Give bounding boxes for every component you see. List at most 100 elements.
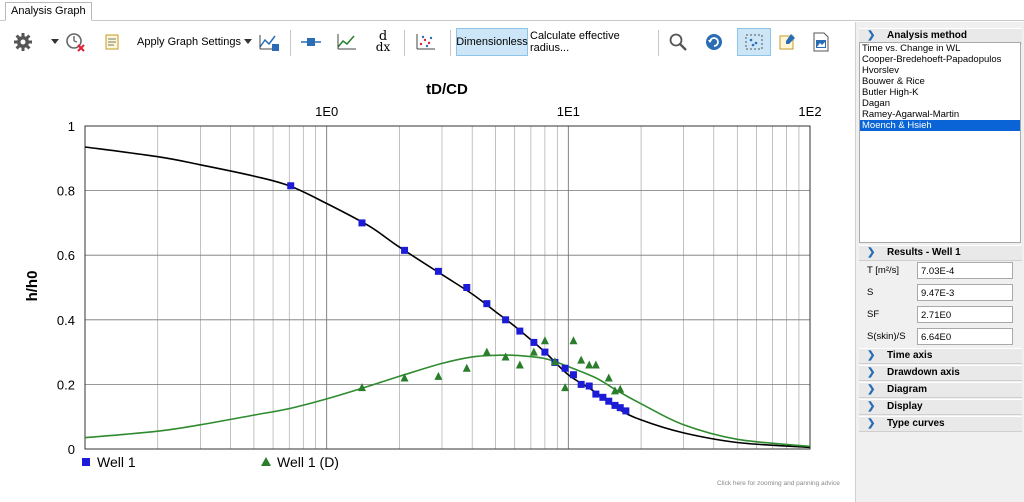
- method-item[interactable]: Dagan: [860, 98, 1020, 109]
- well1-point: [569, 371, 577, 379]
- method-item[interactable]: Butler High-K: [860, 87, 1020, 98]
- section-title: Type curves: [887, 418, 945, 429]
- dimensionless-button[interactable]: Dimensionless: [456, 28, 528, 56]
- chart-axes: 1E0 1E1 1E2 0 0.2 0.4 0.6 0.8 1: [57, 104, 822, 457]
- note-edit-icon[interactable]: [774, 28, 800, 56]
- section-header-drawdown-axis[interactable]: ❯ Drawdown axis: [859, 365, 1022, 381]
- results-title: Results - Well 1: [887, 247, 961, 258]
- method-item[interactable]: Cooper-Bredehoeft-Papadopulos: [860, 54, 1020, 65]
- tab-analysis-graph[interactable]: Analysis Graph: [5, 2, 92, 21]
- well1-d-point: [482, 347, 491, 356]
- toolbar-separator: [404, 30, 405, 56]
- result-row: T [m²/s] 7.03E-4: [859, 262, 1019, 281]
- result-row: S(skin)/S 6.64E0: [859, 328, 1019, 347]
- y-axis-label: h/h0: [24, 271, 41, 302]
- legend-marker-well1-d: [261, 457, 271, 466]
- section-title: Drawdown axis: [887, 367, 960, 378]
- derivative-type-curve: [84, 354, 811, 448]
- chevron-down-icon: ❯: [867, 247, 876, 258]
- result-value-field[interactable]: 6.64E0: [917, 328, 1013, 345]
- chevron-down-icon: ❯: [867, 30, 876, 41]
- chevron-right-icon: ❯: [867, 367, 876, 378]
- well1-d-point: [434, 371, 443, 380]
- plot-frame: [84, 125, 811, 450]
- well1-point: [622, 407, 630, 415]
- well1-point: [463, 284, 471, 291]
- y-tick-label: 0.4: [57, 313, 75, 328]
- scatter-dots-icon[interactable]: [412, 28, 440, 56]
- result-label: T [m²/s]: [867, 265, 900, 276]
- marker-line-icon[interactable]: [298, 28, 324, 56]
- gear-icon[interactable]: [10, 28, 36, 56]
- well1-d-point: [577, 355, 586, 364]
- line-chart-icon[interactable]: [334, 28, 360, 56]
- well1-point: [530, 338, 538, 346]
- toolbar-separator: [290, 30, 291, 56]
- section-title: Display: [887, 401, 923, 412]
- result-label: S: [867, 287, 874, 298]
- section-title: Diagram: [887, 384, 928, 395]
- toolbar-separator: [450, 30, 451, 56]
- refresh-icon[interactable]: [700, 28, 728, 56]
- chart-grid: [84, 125, 810, 450]
- section-header-display[interactable]: ❯ Display: [859, 399, 1022, 415]
- legend-label: Well 1 (D): [277, 454, 339, 470]
- method-item[interactable]: Ramey-Agarwal-Martin: [860, 109, 1020, 120]
- section-header-diagram[interactable]: ❯ Diagram: [859, 382, 1022, 398]
- zoom-icon[interactable]: [664, 28, 692, 56]
- well1-point: [577, 380, 585, 388]
- result-label: S(skin)/S: [867, 331, 906, 342]
- type-curve: [84, 146, 811, 449]
- analysis-chart[interactable]: 1E0 1E1 1E2 0 0.2 0.4 0.6 0.8 1 tD/CD h/h0 Well …: [0, 72, 852, 472]
- y-tick-label: 0.2: [57, 377, 75, 392]
- well1-point: [483, 300, 491, 308]
- well1-point: [287, 182, 295, 190]
- method-item[interactable]: Moench & Hsieh: [860, 120, 1020, 131]
- method-item[interactable]: Hvorslev: [860, 65, 1020, 76]
- derivative-bottom: dx: [375, 40, 391, 54]
- section-title: Time axis: [887, 350, 933, 361]
- well1-d-point: [462, 363, 471, 372]
- well1-d-point: [501, 352, 510, 361]
- apply-graph-settings-button[interactable]: Apply Graph Settings: [136, 28, 242, 56]
- x-tick-label: 1E1: [557, 104, 580, 119]
- result-value-field[interactable]: 2.71E0: [917, 306, 1013, 323]
- toolbar: Apply Graph Settings d dx Dimensionless …: [0, 24, 855, 60]
- method-item[interactable]: Time vs. Change in WL: [860, 43, 1020, 54]
- well1-point: [585, 382, 593, 390]
- calculate-effective-radius-button[interactable]: Calculate effective radius...: [530, 28, 652, 56]
- toolbar-separator: [658, 30, 659, 56]
- legend-marker-well1: [82, 458, 90, 466]
- method-list[interactable]: Time vs. Change in WL Cooper-Bredehoeft-P…: [859, 42, 1021, 243]
- chart-points: [287, 182, 630, 415]
- chevron-right-icon: ❯: [867, 350, 876, 361]
- notes-icon[interactable]: [100, 28, 124, 56]
- chevron-right-icon: ❯: [867, 401, 876, 412]
- save-graph-icon[interactable]: [256, 28, 282, 56]
- tab-bar: Analysis Graph: [0, 0, 1024, 21]
- chart-legend: Well 1 Well 1 (D): [82, 454, 339, 470]
- section-header-type-curves[interactable]: ❯ Type curves: [859, 416, 1022, 432]
- well1-d-point: [616, 384, 625, 393]
- y-tick-label: 0.8: [57, 184, 75, 199]
- result-label: SF: [867, 309, 880, 320]
- results-header[interactable]: ❯ Results - Well 1: [859, 245, 1022, 261]
- well1-d-point: [569, 336, 578, 345]
- x-tick-label: 1E2: [798, 104, 821, 119]
- zoom-advice-link[interactable]: Click here for zooming and panning advic…: [717, 480, 840, 487]
- y-tick-label: 0: [68, 442, 75, 457]
- well1-d-point: [591, 360, 600, 369]
- chevron-down-icon[interactable]: [242, 28, 254, 56]
- y-tick-label: 1: [68, 119, 75, 134]
- section-header-time-axis[interactable]: ❯ Time axis: [859, 348, 1022, 364]
- chevron-down-icon[interactable]: [48, 28, 62, 56]
- side-panel: ❯ Analysis method Time vs. Change in WL C…: [855, 22, 1024, 502]
- well1-point: [516, 327, 524, 335]
- derivative-icon[interactable]: d dx: [368, 28, 398, 56]
- result-value-field[interactable]: 9.47E-3: [917, 284, 1013, 301]
- method-item[interactable]: Bouwer & Rice: [860, 76, 1020, 87]
- export-image-icon[interactable]: [808, 28, 834, 56]
- clock-cancel-icon[interactable]: [62, 28, 88, 56]
- point-select-icon[interactable]: [737, 28, 771, 56]
- result-value-field[interactable]: 7.03E-4: [917, 262, 1013, 279]
